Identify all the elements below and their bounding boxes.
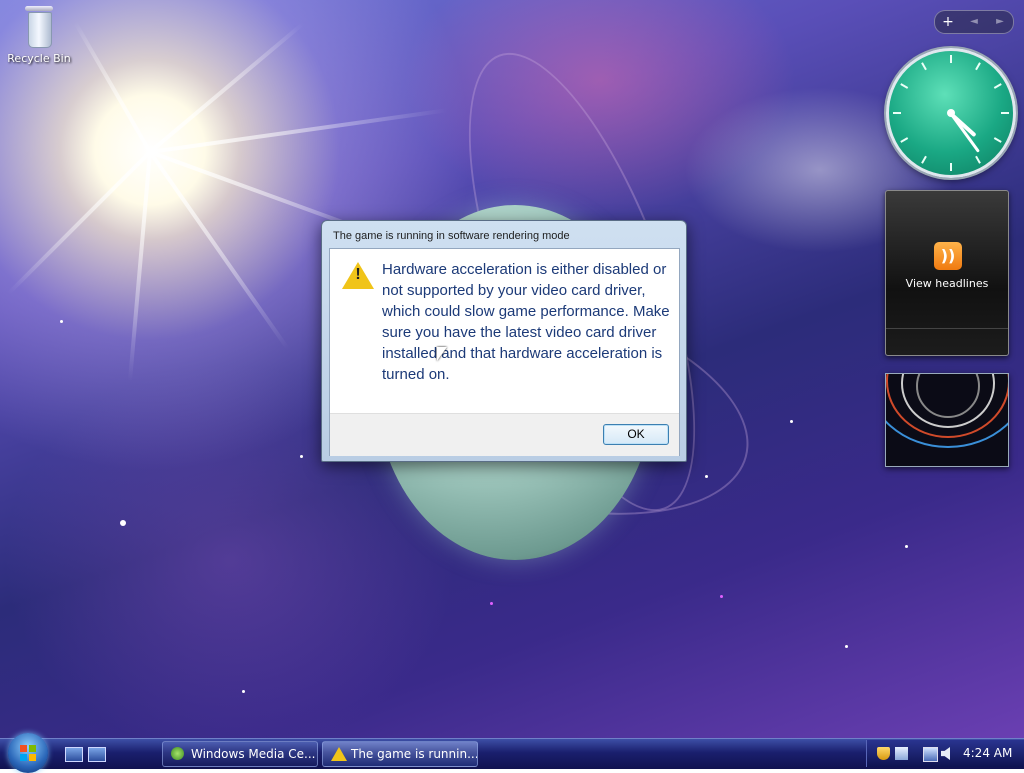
clock-tick bbox=[921, 62, 927, 71]
star bbox=[845, 645, 848, 648]
clock-tick bbox=[921, 155, 927, 164]
clock-tick bbox=[950, 55, 952, 63]
slideshow-gadget[interactable] bbox=[885, 373, 1009, 467]
ok-button[interactable]: OK bbox=[603, 424, 669, 445]
desktop-icon-recycle-bin[interactable]: Recycle Bin bbox=[6, 2, 72, 65]
clock-tick bbox=[1001, 112, 1009, 114]
star bbox=[490, 602, 493, 605]
star bbox=[60, 320, 63, 323]
clock-tick bbox=[900, 137, 909, 143]
clock-tick bbox=[893, 112, 901, 114]
dialog-title: The game is running in software renderin… bbox=[333, 230, 570, 242]
divider bbox=[886, 328, 1008, 329]
clock-tick bbox=[993, 83, 1002, 89]
clock-tick bbox=[950, 163, 952, 171]
star bbox=[300, 455, 303, 458]
show-desktop-icon[interactable] bbox=[65, 747, 83, 762]
volume-icon[interactable] bbox=[941, 747, 950, 760]
notification-area: 4:24 AM bbox=[866, 740, 1024, 767]
rss-feed-icon: )) bbox=[934, 242, 962, 270]
star bbox=[790, 420, 793, 423]
desktop-icon-label: Recycle Bin bbox=[7, 52, 71, 65]
windows-media-center-icon bbox=[171, 747, 184, 760]
dialog-button-bar: OK bbox=[330, 413, 679, 456]
clock-tick bbox=[975, 62, 981, 71]
start-button[interactable] bbox=[8, 733, 48, 773]
security-shield-icon[interactable] bbox=[877, 747, 890, 760]
view-headlines-link[interactable]: View headlines bbox=[886, 277, 1008, 290]
taskbar-button-label: The game is runnin... bbox=[351, 747, 478, 761]
star bbox=[705, 475, 708, 478]
clock-tick bbox=[993, 137, 1002, 143]
sun-ray bbox=[73, 21, 152, 153]
clock-gadget[interactable] bbox=[886, 48, 1016, 178]
switch-windows-icon[interactable] bbox=[88, 747, 106, 762]
mouse-cursor bbox=[437, 347, 447, 361]
sun-ray bbox=[7, 150, 152, 295]
clock-tick bbox=[900, 83, 909, 89]
taskbar-button-windows-media-center[interactable]: Windows Media Ce... bbox=[162, 741, 318, 767]
star bbox=[242, 690, 245, 693]
previous-page-button[interactable]: ◄ bbox=[961, 11, 987, 33]
windows-update-icon[interactable] bbox=[895, 747, 908, 760]
taskbar-button-game-dialog[interactable]: The game is runnin... bbox=[322, 741, 478, 767]
sidebar-toolbar: + ◄ ► bbox=[934, 10, 1014, 34]
clock-time[interactable]: 4:24 AM bbox=[963, 740, 1012, 767]
clock-tick bbox=[975, 155, 981, 164]
star bbox=[905, 545, 908, 548]
desktop-wallpaper: Recycle Bin + ◄ ► )) View headlines The … bbox=[0, 0, 1024, 738]
next-page-button[interactable]: ► bbox=[987, 11, 1013, 33]
windows-start-orb bbox=[20, 745, 36, 761]
dialog-message: Hardware acceleration is either disabled… bbox=[382, 261, 670, 383]
dialog-content: ! Hardware acceleration is either disabl… bbox=[329, 248, 680, 456]
warning-icon bbox=[331, 747, 347, 761]
warning-icon-mark: ! bbox=[355, 266, 361, 283]
taskbar-button-label: Windows Media Ce... bbox=[191, 747, 316, 761]
star bbox=[120, 520, 126, 526]
feed-headlines-gadget[interactable]: )) View headlines bbox=[885, 190, 1009, 356]
recycle-bin-icon bbox=[22, 2, 56, 48]
clock-hub bbox=[947, 109, 955, 117]
star bbox=[720, 595, 723, 598]
taskbar: Windows Media Ce... The game is runnin..… bbox=[0, 733, 1024, 773]
message-dialog: The game is running in software renderin… bbox=[321, 220, 687, 462]
network-icon[interactable] bbox=[923, 747, 938, 762]
add-gadget-button[interactable]: + bbox=[935, 11, 961, 33]
sun-ray bbox=[148, 150, 290, 350]
sun-ray bbox=[127, 151, 152, 382]
